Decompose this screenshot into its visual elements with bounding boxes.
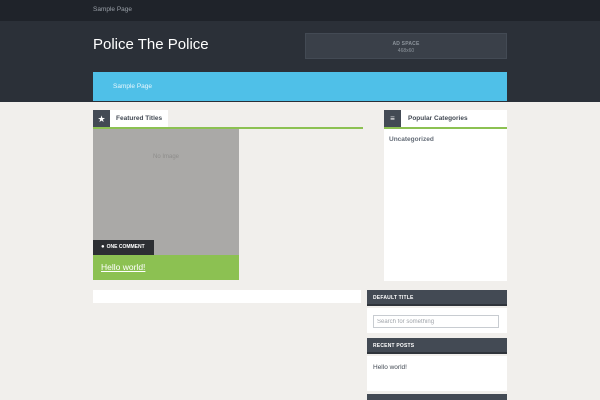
next-widget-header: [367, 394, 507, 400]
site-title[interactable]: Police The Police: [93, 36, 209, 53]
recent-posts-header: RECENT POSTS: [367, 338, 507, 354]
recent-posts-widget: Hello world!: [367, 356, 507, 391]
post-title-link[interactable]: Hello world!: [101, 262, 145, 272]
featured-titles-heading: Featured Titles: [110, 110, 169, 128]
star-icon: ★: [93, 110, 110, 128]
popular-categories-widget: ≡ Popular Categories Uncategorized: [384, 110, 507, 281]
ad-space-size: 468x60: [397, 48, 415, 54]
popular-categories-heading: Popular Categories: [408, 115, 468, 122]
ad-space-label: AD SPACE: [392, 41, 420, 47]
nav-item-sample-page[interactable]: Sample Page: [113, 83, 152, 90]
top-bar: Sample Page: [0, 0, 600, 21]
main-navigation: Sample Page: [93, 72, 507, 101]
list-icon: ≡: [384, 110, 401, 128]
search-widget: [367, 308, 507, 333]
comment-count-text: ONE COMMENT: [106, 244, 145, 250]
content-area: [93, 290, 361, 303]
featured-titles-header: ★ Featured Titles: [93, 110, 363, 128]
categories-divider: [384, 127, 507, 129]
search-input[interactable]: [373, 315, 499, 328]
featured-post-card[interactable]: No Image ● ONE COMMENT Hello world!: [93, 129, 239, 280]
category-link-uncategorized[interactable]: Uncategorized: [389, 136, 434, 143]
comment-icon: ●: [101, 244, 105, 250]
topbar-link-sample-page[interactable]: Sample Page: [93, 6, 132, 13]
image-placeholder: No Image: [152, 154, 179, 160]
comment-count-badge[interactable]: ● ONE COMMENT: [93, 240, 154, 255]
default-widget-title: DEFAULT TITLE: [373, 295, 414, 301]
recent-posts-title: RECENT POSTS: [373, 343, 415, 349]
ad-space[interactable]: AD SPACE 468x60: [305, 33, 507, 59]
post-title-bar: Hello world!: [93, 255, 239, 280]
default-widget-header: DEFAULT TITLE: [367, 290, 507, 306]
recent-post-link[interactable]: Hello world!: [373, 364, 407, 371]
